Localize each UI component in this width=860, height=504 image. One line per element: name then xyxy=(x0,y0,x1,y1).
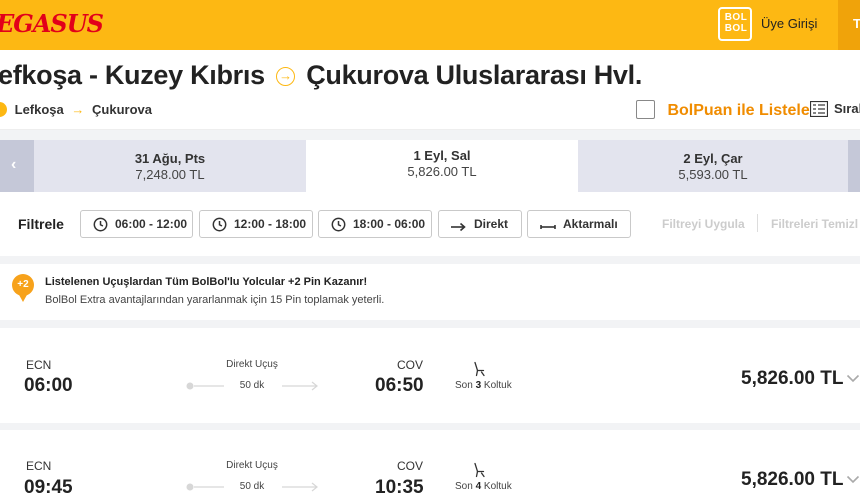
bolpuan-toggle[interactable]: BolPuan ile Listele xyxy=(636,100,810,120)
bolbol-logo-top: BOL xyxy=(724,12,748,23)
promo-text: BolBol Extra avantajlarından yararlanmak… xyxy=(45,294,385,306)
page-title: efkoşa - Kuzey Kıbrıs → Çukurova Uluslar… xyxy=(0,60,642,91)
seats-count: 3 xyxy=(475,380,482,391)
promo-title: Listelenen Uçuşlardan Tüm BolBol'lu Yolc… xyxy=(45,276,368,288)
filter-evening-label: 18:00 - 06:00 xyxy=(353,217,426,231)
filter-connecting-button[interactable]: Aktarmalı xyxy=(527,210,631,238)
bolpuan-checkbox[interactable] xyxy=(636,100,655,119)
arrival-code: COV xyxy=(397,358,424,372)
seat-icon xyxy=(474,361,485,377)
flight-price[interactable]: 5,826.00 TL xyxy=(741,368,843,390)
sort-button[interactable]: Sıral xyxy=(809,100,860,118)
bolpuan-label[interactable]: BolPuan ile Listele xyxy=(667,102,809,119)
route-title-area: efkoşa - Kuzey Kıbrıs → Çukurova Uluslar… xyxy=(0,50,860,100)
arrival-code: COV xyxy=(397,459,424,473)
seat-icon xyxy=(474,462,485,478)
location-pin-icon xyxy=(0,102,7,117)
route-sub-bar: Lefkoşa → Çukurova BolPuan ile Listele S… xyxy=(0,100,860,130)
flight-price[interactable]: 5,826.00 TL xyxy=(741,469,843,491)
filter-evening-button[interactable]: 18:00 - 06:00 xyxy=(318,210,432,238)
date-price: 5,593.00 TL xyxy=(678,167,748,182)
filter-direct-label: Direkt xyxy=(474,217,509,231)
date-label: 1 Eyl, Sal xyxy=(413,148,471,163)
seats-left: Son 4 Koltuk xyxy=(455,481,512,492)
seats-count: 4 xyxy=(475,481,482,492)
connecting-flight-icon xyxy=(540,225,556,229)
bolbol-logo-bottom: BOL xyxy=(724,23,748,34)
seats-suffix: Koltuk xyxy=(483,380,512,391)
flight-type: Direkt Uçuş xyxy=(226,460,278,471)
filter-bar: Filtrele 06:00 - 12:00 12:00 - 18:00 18:… xyxy=(0,192,860,256)
flight-duration: 50 dk xyxy=(239,481,265,492)
chevron-down-icon[interactable] xyxy=(846,374,860,383)
clock-icon xyxy=(331,217,346,232)
flight-duration: 50 dk xyxy=(239,380,265,391)
date-label: 31 Ağu, Pts xyxy=(134,151,206,166)
date-option-selected[interactable]: 1 Eyl, Sal 5,826.00 TL xyxy=(306,140,578,192)
sort-list-icon xyxy=(809,100,829,118)
route-to: Çukurova xyxy=(92,102,152,117)
route-summary: Lefkoşa → Çukurova xyxy=(0,102,152,117)
seats-prefix: Son xyxy=(455,380,473,391)
member-login-link[interactable]: Üye Girişi xyxy=(761,16,817,31)
next-date-button[interactable] xyxy=(848,140,860,192)
header-right-label: T xyxy=(853,16,860,31)
bolbol-promo-banner: +2 Listelenen Uçuşlardan Tüm BolBol'lu Y… xyxy=(0,264,860,320)
seats-left: Son 3 Koltuk xyxy=(455,380,512,391)
date-label: 2 Eyl, Çar xyxy=(683,151,743,166)
filter-morning-button[interactable]: 06:00 - 12:00 xyxy=(80,210,193,238)
filter-afternoon-button[interactable]: 12:00 - 18:00 xyxy=(199,210,313,238)
date-price: 7,248.00 TL xyxy=(135,167,205,182)
flight-type: Direkt Uçuş xyxy=(226,359,278,370)
pegasus-logo[interactable]: EGASUS xyxy=(0,9,104,38)
arrow-right-circle-icon: → xyxy=(276,67,295,86)
filter-connecting-label: Aktarmalı xyxy=(563,217,618,231)
clock-icon xyxy=(93,217,108,232)
seats-prefix: Son xyxy=(455,481,473,492)
filter-direct-button[interactable]: Direkt xyxy=(438,210,522,238)
date-option-next[interactable]: 2 Eyl, Çar 5,593.00 TL xyxy=(578,140,848,192)
chevron-left-icon: ‹ xyxy=(11,156,17,173)
sort-label: Sıral xyxy=(834,101,860,116)
flight-row[interactable]: ECN 09:45 Direkt Uçuş 50 dk COV 10:35 So… xyxy=(0,430,860,504)
filter-label: Filtrele xyxy=(18,216,64,232)
departure-code: ECN xyxy=(26,459,52,473)
direct-arrow-icon xyxy=(451,222,466,232)
top-header: EGASUS BOL BOL Üye Girişi T xyxy=(0,0,860,50)
flight-row[interactable]: ECN 06:00 Direkt Uçuş 50 dk COV 06:50 So… xyxy=(0,328,860,423)
header-right-menu[interactable]: T xyxy=(838,0,860,50)
filter-divider xyxy=(757,214,758,232)
chevron-down-icon[interactable] xyxy=(846,475,860,484)
filter-afternoon-label: 12:00 - 18:00 xyxy=(234,217,307,231)
date-price: 5,826.00 TL xyxy=(407,164,477,179)
title-destination: Çukurova Uluslararası Hvl. xyxy=(306,60,643,90)
departure-time: 06:00 xyxy=(24,375,73,396)
seats-suffix: Koltuk xyxy=(483,481,512,492)
arrow-right-icon: → xyxy=(71,102,85,117)
departure-code: ECN xyxy=(26,358,52,372)
bolbol-logo-icon[interactable]: BOL BOL xyxy=(718,7,752,41)
departure-time: 09:45 xyxy=(24,477,73,498)
apply-filter-button[interactable]: Filtreyi Uygula xyxy=(662,217,745,231)
clock-icon xyxy=(212,217,227,232)
filter-morning-label: 06:00 - 12:00 xyxy=(115,217,188,231)
pin-badge-tail xyxy=(18,293,28,302)
previous-date-button[interactable]: ‹ xyxy=(0,140,34,192)
date-selector: ‹ 31 Ağu, Pts 7,248.00 TL 1 Eyl, Sal 5,8… xyxy=(0,140,860,192)
route-from: Lefkoşa xyxy=(14,102,64,117)
date-option-prev[interactable]: 31 Ağu, Pts 7,248.00 TL xyxy=(34,140,306,192)
clear-filters-button[interactable]: Filtreleri Temizl xyxy=(771,217,858,231)
arrival-time: 10:35 xyxy=(375,477,424,498)
arrival-time: 06:50 xyxy=(375,375,424,396)
title-origin: efkoşa - Kuzey Kıbrıs xyxy=(0,60,265,90)
